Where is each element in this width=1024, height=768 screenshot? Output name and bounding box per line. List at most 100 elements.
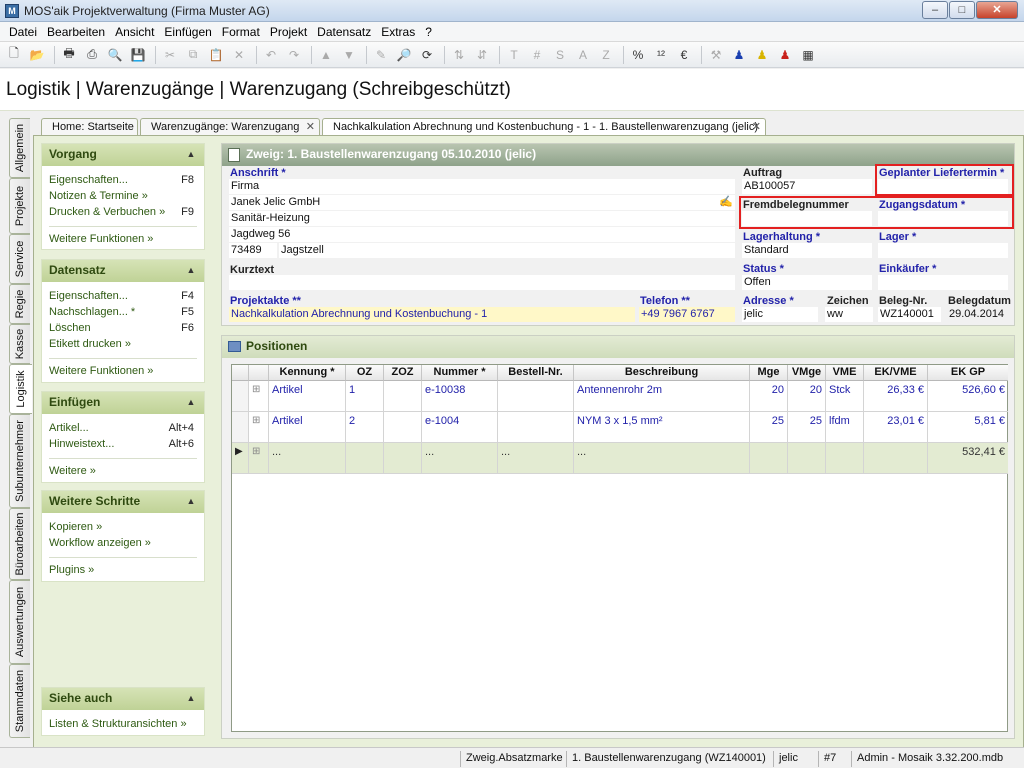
sum-mge[interactable] xyxy=(750,443,788,474)
find-icon[interactable]: 🔎 xyxy=(394,45,414,65)
panel-header[interactable]: Weitere Schritte ▲ xyxy=(42,491,204,513)
link-eigenschaften[interactable]: Eigenschaften... F8 xyxy=(42,172,204,188)
sum-nummer[interactable]: ... xyxy=(422,443,498,474)
user-yellow-icon[interactable]: ♟ xyxy=(752,45,772,65)
menu-datei[interactable]: Datei xyxy=(4,25,42,39)
collapse-icon[interactable]: ▲ xyxy=(185,149,197,160)
col-ekvme[interactable]: EK/VME xyxy=(864,365,928,381)
vtab-logistik[interactable]: Logistik xyxy=(9,364,32,414)
vtab-regie[interactable]: Regie xyxy=(9,284,30,324)
currency-icon[interactable]: € xyxy=(674,45,694,65)
search-icon[interactable]: 🔍 xyxy=(105,45,125,65)
print-preview-icon[interactable]: ⎙ xyxy=(82,45,102,65)
collapse-icon[interactable]: ▲ xyxy=(185,496,197,507)
cell-vme[interactable]: Stck xyxy=(826,381,864,412)
zeichen-field[interactable]: ww xyxy=(825,307,873,322)
link-eigenschaften[interactable]: Eigenschaften... F4 xyxy=(42,288,204,304)
cell-nummer[interactable]: e-1004 xyxy=(422,412,498,443)
cell-kennung[interactable]: Artikel xyxy=(269,412,346,443)
menu-help[interactable]: ? xyxy=(420,25,437,39)
address-lookup-icon[interactable]: ✍ xyxy=(715,195,735,210)
col-vmge[interactable]: VMge xyxy=(788,365,826,381)
move-up-icon[interactable]: ▲ xyxy=(316,45,336,65)
link-workflow[interactable]: Workflow anzeigen » xyxy=(42,535,204,551)
format-t-icon[interactable]: T xyxy=(504,45,524,65)
status-field[interactable]: Offen xyxy=(742,275,872,290)
vtab-projekte[interactable]: Projekte xyxy=(9,178,30,234)
cell-vme[interactable]: lfdm xyxy=(826,412,864,443)
sum-vmge[interactable] xyxy=(788,443,826,474)
format-a-icon[interactable]: A xyxy=(573,45,593,65)
paste-icon[interactable]: 📋 xyxy=(206,45,226,65)
panel-header[interactable]: Datensatz ▲ xyxy=(42,260,204,282)
link-listen[interactable]: Listen & Strukturansichten » xyxy=(42,716,204,732)
vtab-stammdaten[interactable]: Stammdaten xyxy=(9,664,30,738)
expand-icon[interactable]: ⊞ xyxy=(249,443,269,474)
anschrift-line-1[interactable]: Firma xyxy=(229,179,735,194)
layout-icon[interactable]: ▦ xyxy=(798,45,818,65)
cell-kennung[interactable]: Artikel xyxy=(269,381,346,412)
collapse-icon[interactable]: ▲ xyxy=(185,265,197,276)
vtab-allgemein[interactable]: Allgemein xyxy=(9,118,30,178)
adresse-field[interactable]: jelic xyxy=(742,307,818,322)
cell-ekvme[interactable]: 26,33 € xyxy=(864,381,928,412)
ort-field[interactable]: Jagstzell xyxy=(279,243,735,258)
link-drucken[interactable]: Drucken & Verbuchen » F9 xyxy=(42,204,204,220)
current-row-indicator-icon[interactable]: ▶ xyxy=(232,443,249,474)
print-icon[interactable]: 🖶 xyxy=(59,45,79,65)
menu-format[interactable]: Format xyxy=(217,25,265,39)
sum-beschreibung[interactable]: ... xyxy=(574,443,750,474)
einkaeufer-field[interactable] xyxy=(878,275,1008,290)
link-nachschlagen[interactable]: Nachschlagen... * F5 xyxy=(42,304,204,320)
link-weitere[interactable]: Weitere » xyxy=(42,463,204,479)
auftrag-field[interactable]: AB100057 xyxy=(742,179,872,194)
sum-vme[interactable] xyxy=(826,443,864,474)
percent-icon[interactable]: % xyxy=(628,45,648,65)
cell-oz[interactable]: 1 xyxy=(346,381,384,412)
vtab-bueroarbeiten[interactable]: Büroarbeiten xyxy=(9,508,30,580)
cut-icon[interactable]: ✂ xyxy=(160,45,180,65)
col-mge[interactable]: Mge xyxy=(750,365,788,381)
cell-oz[interactable]: 2 xyxy=(346,412,384,443)
panel-header[interactable]: Siehe auch ▲ xyxy=(42,688,204,710)
vtab-subunternehmer[interactable]: Subunternehmer xyxy=(9,414,30,508)
belegnr-field[interactable]: WZ140001 xyxy=(878,307,941,322)
col-bestellnr[interactable]: Bestell-Nr. xyxy=(498,365,574,381)
new-document-icon[interactable]: 🗋 xyxy=(4,45,24,65)
cell-zoz[interactable] xyxy=(384,381,422,412)
close-tab-icon[interactable]: ✕ xyxy=(306,119,315,136)
sum-zoz[interactable] xyxy=(384,443,422,474)
col-beschreibung[interactable]: Beschreibung xyxy=(574,365,750,381)
vtab-auswertungen[interactable]: Auswertungen xyxy=(9,580,30,664)
open-folder-icon[interactable]: 📂 xyxy=(27,45,47,65)
vtab-kasse[interactable]: Kasse xyxy=(9,324,30,364)
sort-ascending-icon[interactable]: ⇅ xyxy=(449,45,469,65)
tab-warenzugang[interactable]: Warenzugänge: Warenzugang ✕ xyxy=(140,118,320,136)
cell-nummer[interactable]: e-10038 xyxy=(422,381,498,412)
cell-bestellnr[interactable] xyxy=(498,412,574,443)
col-zoz[interactable]: ZOZ xyxy=(384,365,422,381)
sum-ekvme[interactable] xyxy=(864,443,928,474)
menu-einfuegen[interactable]: Einfügen xyxy=(159,25,216,39)
link-etikett[interactable]: Etikett drucken » xyxy=(42,336,204,352)
collapse-icon[interactable]: ▲ xyxy=(185,397,197,408)
menu-extras[interactable]: Extras xyxy=(376,25,420,39)
close-button[interactable]: ✕ xyxy=(976,1,1018,19)
vtab-service[interactable]: Service xyxy=(9,234,30,284)
cell-beschreibung[interactable]: Antennenrohr 2m xyxy=(574,381,750,412)
lagerhaltung-field[interactable]: Standard xyxy=(742,243,872,258)
link-weitere-funktionen[interactable]: Weitere Funktionen » xyxy=(42,363,204,379)
tab-nachkalkulation[interactable]: Nachkalkulation Abrechnung und Kostenbuc… xyxy=(322,118,766,136)
link-hinweistext[interactable]: Hinweistext... Alt+6 xyxy=(42,436,204,452)
cell-beschreibung[interactable]: NYM 3 x 1,5 mm² xyxy=(574,412,750,443)
user-blue-icon[interactable]: ♟ xyxy=(729,45,749,65)
format-hash-icon[interactable]: # xyxy=(527,45,547,65)
lager-field[interactable] xyxy=(878,243,1008,258)
edit-pen-icon[interactable]: ✎ xyxy=(371,45,391,65)
maximize-button[interactable]: □ xyxy=(949,1,975,19)
cell-ekgp[interactable]: 5,81 € xyxy=(928,412,1008,443)
format-z-icon[interactable]: Z xyxy=(596,45,616,65)
close-tab-icon[interactable]: ✕ xyxy=(752,119,761,136)
expand-icon[interactable]: ⊞ xyxy=(249,412,269,443)
link-notizen[interactable]: Notizen & Termine » xyxy=(42,188,204,204)
